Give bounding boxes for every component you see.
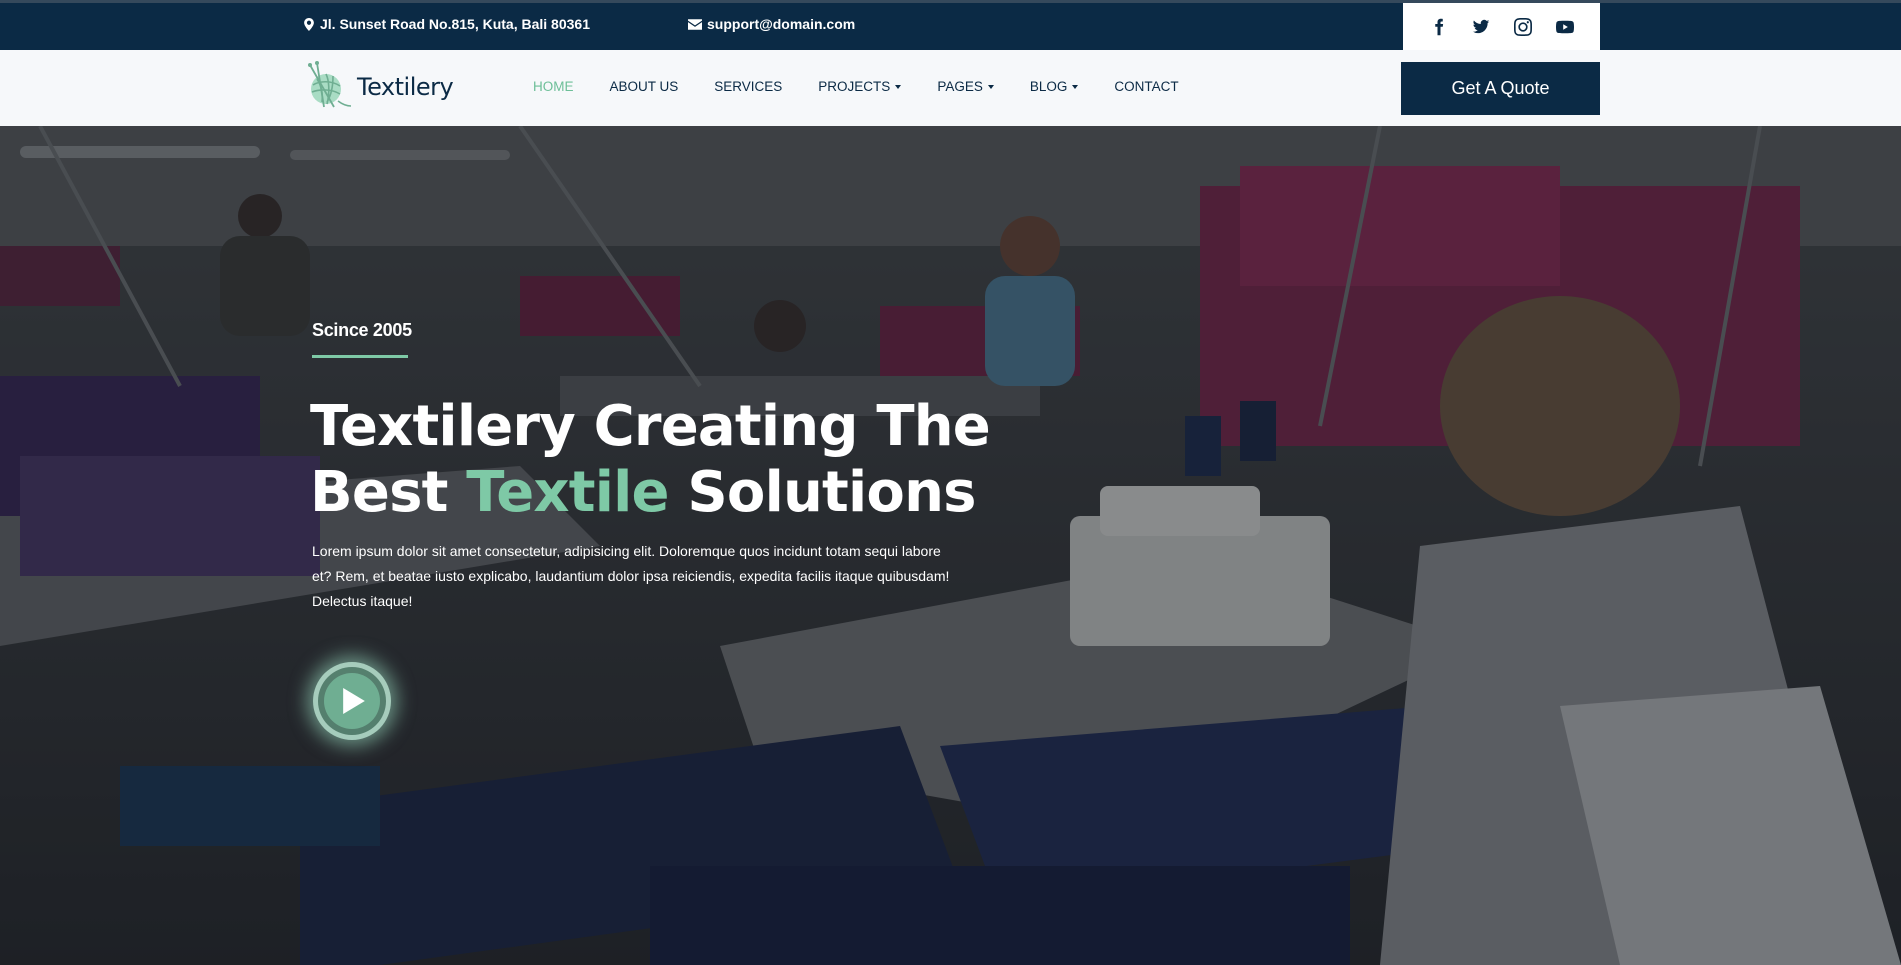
caret-down-icon: [1072, 85, 1079, 89]
main-navbar: Textilery HOME ABOUT US SERVICES PROJECT…: [0, 50, 1901, 126]
map-pin-icon: [304, 17, 314, 31]
logo-text: Textilery: [357, 73, 454, 101]
facebook-icon: [1434, 18, 1443, 35]
since-label: Scince 2005: [312, 320, 412, 340]
address-text: Jl. Sunset Road No.815, Kuta, Bali 80361: [320, 16, 590, 32]
nav-label: PAGES: [937, 79, 983, 94]
youtube-icon: [1555, 20, 1574, 33]
nav-label: HOME: [533, 79, 574, 94]
top-bar: Jl. Sunset Road No.815, Kuta, Bali 80361…: [0, 0, 1901, 50]
twitter-icon: [1472, 19, 1489, 33]
nav-item-about-us[interactable]: ABOUT US: [610, 79, 679, 94]
instagram-link[interactable]: [1512, 16, 1534, 38]
nav-item-contact[interactable]: CONTACT: [1114, 79, 1178, 94]
nav-item-projects[interactable]: PROJECTS: [818, 79, 902, 94]
twitter-link[interactable]: [1470, 16, 1492, 38]
social-links: [1403, 3, 1600, 50]
yarn-ball-icon: [308, 61, 352, 108]
address-info: Jl. Sunset Road No.815, Kuta, Bali 80361: [303, 16, 590, 32]
nav-label: BLOG: [1029, 79, 1068, 94]
nav-item-home[interactable]: HOME: [533, 79, 574, 94]
since-underline: [312, 355, 408, 358]
headline-line-2-end: Solutions: [668, 460, 976, 525]
nav-label: PROJECTS: [818, 79, 891, 94]
headline-accent-word: Textile: [466, 460, 669, 525]
youtube-link[interactable]: [1554, 16, 1576, 38]
hero-description: Lorem ipsum dolor sit amet consectetur, …: [312, 543, 950, 609]
nav-item-pages[interactable]: PAGES: [937, 79, 994, 94]
facebook-link[interactable]: [1428, 16, 1450, 38]
email-info[interactable]: support@domain.com: [688, 16, 855, 32]
play-video-button[interactable]: [313, 662, 391, 740]
envelope-icon: [688, 18, 702, 30]
play-button-core: [324, 673, 380, 729]
get-a-quote-button[interactable]: Get A Quote: [1401, 62, 1600, 115]
play-icon: [343, 688, 365, 714]
nav-label: ABOUT US: [609, 79, 679, 94]
nav-label: SERVICES: [714, 79, 783, 94]
headline-line-2-start: Best: [310, 460, 467, 525]
caret-down-icon: [987, 85, 994, 89]
instagram-icon: [1513, 17, 1532, 36]
email-text[interactable]: support@domain.com: [707, 16, 855, 32]
nav-label: CONTACT: [1114, 79, 1179, 94]
caret-down-icon: [895, 85, 902, 89]
hero-headline: Textilery Creating The Best Textile Solu…: [310, 394, 1010, 526]
nav-menu: HOME ABOUT US SERVICES PROJECTS PAGES BL…: [533, 79, 1215, 94]
hero-section: Scince 2005 Textilery Creating The Best …: [0, 126, 1901, 965]
nav-item-services[interactable]: SERVICES: [714, 79, 782, 94]
nav-item-blog[interactable]: BLOG: [1030, 79, 1079, 94]
site-logo[interactable]: Textilery: [304, 61, 454, 113]
headline-line-1: Textilery Creating The: [310, 394, 991, 459]
